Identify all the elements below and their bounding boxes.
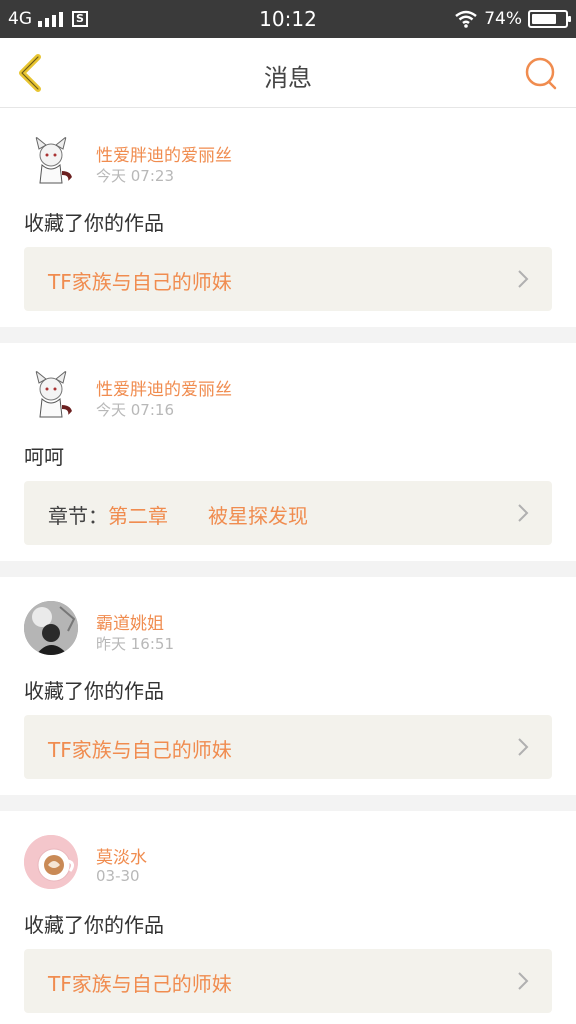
battery-percent: 74% [484, 9, 522, 29]
wifi-icon [455, 10, 477, 28]
chevron-right-icon [518, 504, 529, 522]
username[interactable]: 莫淡水 [96, 843, 147, 868]
message-card: 性爱胖迪的爱丽丝 今天 07:16 呵呵 章节：第二章 被星探发现 [0, 343, 576, 561]
chapter-label: 章节： [48, 504, 108, 528]
username[interactable]: 性爱胖迪的爱丽丝 [96, 375, 232, 400]
message-card: 性爱胖迪的爱丽丝 今天 07:23 收藏了你的作品 TF家族与自己的师妹 [0, 109, 576, 327]
chapter-link[interactable]: 章节：第二章 被星探发现 [24, 481, 552, 545]
message-card: 莫淡水 03-30 收藏了你的作品 TF家族与自己的师妹 [0, 811, 576, 1024]
work-title: TF家族与自己的师妹 [48, 270, 232, 294]
work-title: TF家族与自己的师妹 [48, 972, 232, 996]
divider [0, 327, 576, 343]
chevron-right-icon [518, 972, 529, 990]
avatar[interactable] [24, 601, 78, 655]
battery-icon [528, 10, 571, 28]
work-link[interactable]: TF家族与自己的师妹 [24, 715, 552, 779]
username[interactable]: 性爱胖迪的爱丽丝 [96, 141, 232, 166]
chevron-right-icon [518, 738, 529, 756]
avatar[interactable] [24, 133, 78, 187]
chapter-title: 被星探发现 [208, 504, 308, 528]
status-bar: 4G S 10:12 74% [0, 0, 576, 38]
message-text: 收藏了你的作品 [24, 913, 164, 937]
work-link[interactable]: TF家族与自己的师妹 [24, 949, 552, 1013]
message-text: 收藏了你的作品 [24, 679, 164, 703]
divider [0, 795, 576, 811]
timestamp: 03-30 [96, 867, 140, 885]
message-text: 呵呵 [24, 445, 64, 469]
chapter-number: 第二章 [108, 504, 168, 528]
page-title: 消息 [264, 64, 312, 92]
username[interactable]: 霸道姚姐 [96, 609, 164, 634]
chevron-right-icon [518, 270, 529, 288]
timestamp: 今天 07:16 [96, 401, 174, 419]
timestamp: 昨天 16:51 [96, 635, 174, 653]
search-icon[interactable] [522, 54, 560, 92]
nav-bar: 消息 [0, 38, 576, 108]
status-right: 74% [454, 9, 571, 29]
avatar[interactable] [24, 835, 78, 889]
work-title: TF家族与自己的师妹 [48, 738, 232, 762]
message-card: 霸道姚姐 昨天 16:51 收藏了你的作品 TF家族与自己的师妹 [0, 577, 576, 795]
avatar[interactable] [24, 367, 78, 421]
work-link[interactable]: TF家族与自己的师妹 [24, 247, 552, 311]
message-text: 收藏了你的作品 [24, 211, 164, 235]
timestamp: 今天 07:23 [96, 167, 174, 185]
chapter-ref: 章节：第二章 被星探发现 [48, 500, 308, 529]
divider [0, 561, 576, 577]
